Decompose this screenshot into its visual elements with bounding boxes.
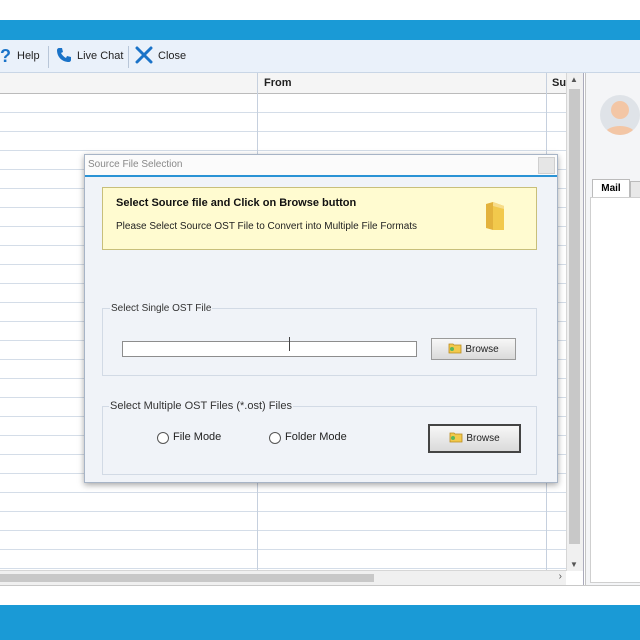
dialog-title: Source File Selection — [88, 159, 183, 170]
window-top-area — [0, 0, 640, 20]
single-group-label: Select Single OST File — [110, 303, 213, 314]
horizontal-scrollbar[interactable]: › — [0, 570, 566, 585]
file-mode-label[interactable]: File Mode — [173, 431, 221, 443]
dialog-close-button[interactable] — [538, 157, 555, 174]
folder-icon — [484, 200, 506, 237]
file-mode-radio[interactable] — [157, 432, 169, 444]
folder-mode-radio[interactable] — [269, 432, 281, 444]
browse-label: Browse — [465, 343, 499, 355]
table-row[interactable] — [0, 131, 566, 151]
folder-mode-label[interactable]: Folder Mode — [285, 431, 347, 443]
user-avatar-icon — [600, 95, 640, 135]
info-banner: Select Source file and Click on Browse b… — [102, 187, 537, 250]
toolbar: ? Help Live Chat Close — [0, 40, 640, 73]
phone-icon — [56, 47, 72, 66]
preview-body — [590, 197, 640, 583]
folder-icon — [449, 431, 463, 446]
bottom-strip — [0, 605, 640, 640]
toolbar-separator — [48, 46, 49, 68]
table-row[interactable] — [0, 530, 566, 550]
vertical-scrollbar[interactable]: ▲ ▼ — [566, 73, 583, 571]
table-row[interactable] — [0, 492, 566, 512]
banner-heading: Select Source file and Click on Browse b… — [116, 197, 357, 209]
folder-icon — [448, 342, 462, 357]
banner-text: Please Select Source OST File to Convert… — [116, 221, 418, 232]
table-row[interactable] — [0, 93, 566, 113]
close-label: Close — [158, 50, 187, 62]
scroll-up-icon[interactable]: ▲ — [570, 75, 578, 84]
table-row[interactable] — [0, 549, 566, 569]
tab-mail[interactable]: Mail — [592, 179, 630, 198]
vertical-scroll-thumb[interactable] — [569, 89, 580, 544]
scroll-down-icon[interactable]: ▼ — [570, 560, 578, 569]
single-ost-path-input[interactable] — [122, 341, 417, 357]
source-file-dialog: Source File Selection Select Source file… — [84, 154, 558, 483]
table-row[interactable] — [0, 112, 566, 132]
column-subject[interactable]: Su — [552, 77, 566, 89]
multi-group-label: Select Multiple OST Files (*.ost) Files — [109, 400, 293, 412]
toolbar-separator — [128, 46, 129, 68]
browse-multiple-button[interactable]: Browse — [428, 424, 521, 453]
scroll-right-icon[interactable]: › — [559, 571, 562, 582]
column-from[interactable]: From — [264, 77, 292, 89]
multi-ost-group: Select Multiple OST Files (*.ost) Files … — [102, 400, 537, 475]
preview-pane: Mail — [585, 73, 640, 585]
question-icon: ? — [0, 45, 11, 66]
tab-mail-label: Mail — [601, 183, 621, 194]
grid-header: From Su — [0, 73, 566, 94]
text-cursor-icon — [289, 337, 290, 351]
status-bar — [0, 585, 640, 606]
title-strip — [0, 20, 640, 40]
help-button[interactable]: ? Help — [0, 46, 40, 66]
help-label: Help — [17, 50, 40, 62]
horizontal-scroll-thumb[interactable] — [0, 574, 374, 582]
browse-label: Browse — [466, 433, 500, 444]
table-row[interactable] — [0, 511, 566, 531]
tab-next[interactable] — [630, 181, 640, 198]
dialog-title-bar[interactable]: Source File Selection — [85, 155, 557, 177]
single-ost-group: Select Single OST File Browse — [102, 303, 537, 376]
live-chat-label: Live Chat — [77, 50, 124, 62]
close-button[interactable]: Close — [135, 46, 186, 66]
browse-single-button[interactable]: Browse — [431, 338, 516, 360]
close-x-icon — [135, 46, 153, 67]
live-chat-button[interactable]: Live Chat — [56, 46, 123, 66]
